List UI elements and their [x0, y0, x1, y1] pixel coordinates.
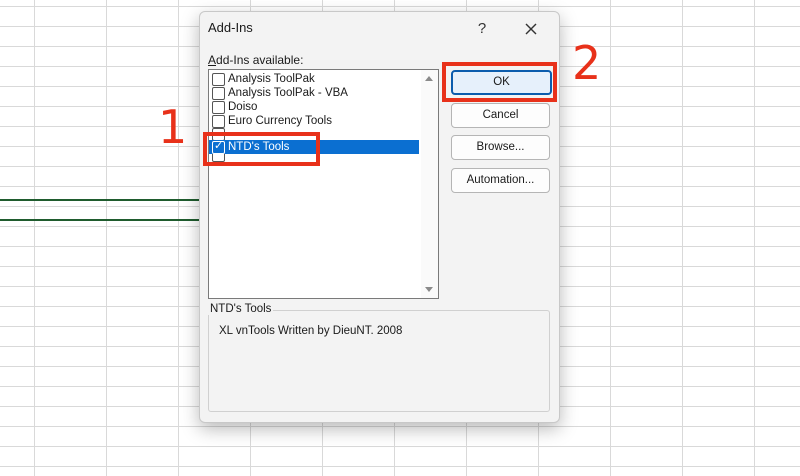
scroll-up-icon[interactable] [425, 76, 433, 81]
annotation-box-step2 [442, 62, 557, 102]
close-icon [525, 23, 537, 35]
sheet-border-line [0, 199, 200, 201]
annotation-number-2: 2 [572, 36, 602, 90]
checkbox[interactable] [212, 115, 225, 128]
add-ins-available-label: Add-Ins available: [208, 53, 304, 67]
cancel-button[interactable]: Cancel [451, 103, 550, 128]
annotation-box-step1 [203, 132, 320, 166]
close-button[interactable] [518, 18, 544, 40]
scroll-down-icon[interactable] [425, 287, 433, 292]
description-text: XL vnTools Written by DieuNT. 2008 [219, 325, 403, 337]
list-item-doiso[interactable]: Doiso [209, 100, 419, 114]
list-item-analysis-toolpak-vba[interactable]: Analysis ToolPak - VBA [209, 86, 419, 100]
dialog-title: Add-Ins [208, 20, 253, 35]
description-title: NTD's Tools [208, 303, 274, 315]
sheet-border-line [0, 219, 200, 221]
list-scrollbar[interactable] [421, 70, 438, 298]
checkbox[interactable] [212, 73, 225, 86]
annotation-number-1: 1 [158, 100, 188, 154]
checkbox[interactable] [212, 101, 225, 114]
add-ins-list[interactable]: Analysis ToolPak Analysis ToolPak - VBA … [208, 69, 439, 299]
automation-button[interactable]: Automation... [451, 168, 550, 193]
checkbox[interactable] [212, 87, 225, 100]
browse-button[interactable]: Browse... [451, 135, 550, 160]
list-item-euro-currency-tools[interactable]: Euro Currency Tools [209, 114, 419, 128]
help-button[interactable]: ? [470, 18, 494, 40]
list-item-analysis-toolpak[interactable]: Analysis ToolPak [209, 72, 419, 86]
